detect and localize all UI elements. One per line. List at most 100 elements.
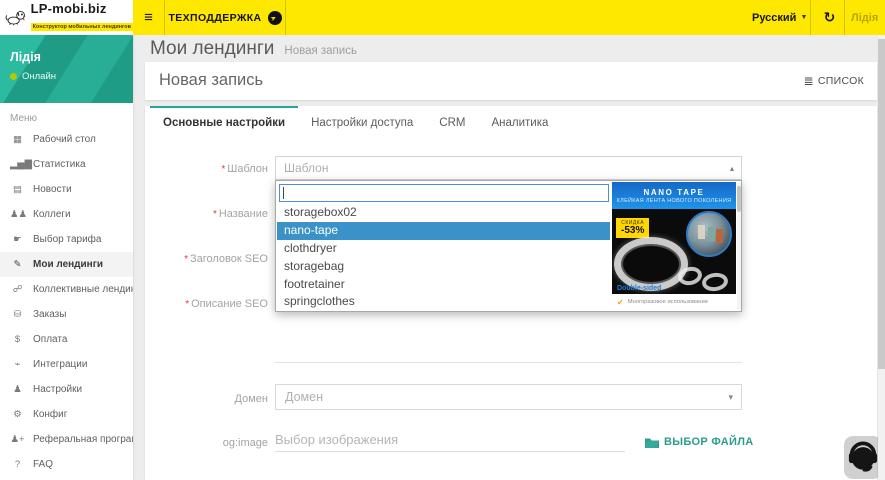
breadcrumb: Новая запись <box>284 45 357 57</box>
preview-header: NANO TAPE КЛЕЙКАЯ ЛЕНТА НОВОГО ПОКОЛЕНИЯ <box>612 182 736 209</box>
sidebar-item-dashboard[interactable]: ▦ Рабочий стол <box>0 127 133 152</box>
user-icon: ♟ <box>10 384 25 395</box>
gears-icon: ⚙ <box>10 409 25 420</box>
user-plus-icon: ♟+ <box>10 434 25 445</box>
page-scrollbar[interactable] <box>878 35 885 480</box>
sidebar-item-tariff[interactable]: ☛ Выбор тарифа <box>0 227 133 252</box>
preview-product-image: СКИДКА -53% Double-sided <box>612 209 736 294</box>
chevron-up-icon: ▴ <box>730 164 734 173</box>
sidebar-item-faq[interactable]: ? FAQ <box>0 452 133 477</box>
tab-crm[interactable]: CRM <box>426 106 478 137</box>
sidebar-item-config[interactable]: ⚙ Конфиг <box>0 402 133 427</box>
sidebar-menu: ▦ Рабочий стол ▂▅▇ Статистика ▤ Новости … <box>0 127 133 477</box>
dropdown-option-highlighted[interactable]: nano-tape <box>277 222 610 240</box>
sidebar-user-panel: Лідія Онлайн <box>0 35 133 103</box>
chevron-down-icon: ▾ <box>728 392 733 403</box>
preview-inset-photo <box>686 211 732 257</box>
preview-feature-text: Многоразовое использование <box>628 299 708 305</box>
dropdown-option[interactable]: footretainer <box>277 276 610 294</box>
list-button[interactable]: ≣ СПИСОК <box>804 75 864 87</box>
preview-subtitle: КЛЕЙКАЯ ЛЕНТА НОВОГО ПОКОЛЕНИЯ <box>617 198 732 204</box>
domain-select-placeholder: Домен <box>285 390 323 404</box>
preview-caption: Double-sided <box>617 285 661 292</box>
plug-icon: ⌁ <box>10 359 25 370</box>
dollar-icon: $ <box>10 334 25 345</box>
folder-icon <box>645 437 659 448</box>
sidebar-item-my-landings[interactable]: ✎ Мои лендинги <box>0 252 133 277</box>
page-title: Мои лендинги <box>150 38 274 60</box>
sidebar: Лідія Онлайн Меню ▦ Рабочий стол ▂▅▇ Ста… <box>0 35 133 480</box>
online-status-label: Онлайн <box>22 71 56 82</box>
sidebar-item-payment[interactable]: $ Оплата <box>0 327 133 352</box>
sidebar-item-integrations[interactable]: ⌁ Интеграции <box>0 352 133 377</box>
sidebar-item-news[interactable]: ▤ Новости <box>0 177 133 202</box>
page-header: Мои лендинги Новая запись <box>150 38 357 60</box>
top-bar: LP-mobi.biz Конструктор мобильных лендин… <box>0 0 885 35</box>
list-icon: ≣ <box>804 76 814 86</box>
sidebar-item-orders[interactable]: ⛁ Заказы <box>0 302 133 327</box>
dropdown-option[interactable]: springclothes <box>277 293 610 310</box>
logo-tagline: Конструктор мобильных лендингов <box>31 23 133 31</box>
sidebar-toggle-button[interactable]: ≡ <box>133 0 164 35</box>
template-select-placeholder: Шаблон <box>284 161 328 175</box>
topbar-user-menu[interactable]: Лідія <box>851 0 878 35</box>
page-scrollbar-thumb[interactable] <box>878 39 885 369</box>
template-dropdown: storagebox02 nano-tape clothdryer storag… <box>275 180 742 312</box>
dropdown-option[interactable]: storagebag <box>277 258 610 276</box>
logo[interactable]: LP-mobi.biz Конструктор мобильных лендин… <box>0 0 133 35</box>
template-field-label: *Шаблон <box>145 163 268 175</box>
form-panel: Основные настройки Настройки доступа CRM… <box>145 106 877 480</box>
tape-ring-graphic <box>701 271 729 292</box>
seo-description-input-underline[interactable] <box>275 362 742 363</box>
support-chat-button[interactable] <box>844 436 882 479</box>
domain-select[interactable]: Домен ▾ <box>275 384 742 410</box>
template-preview-thumbnail: NANO TAPE КЛЕЙКАЯ ЛЕНТА НОВОГО ПОКОЛЕНИЯ… <box>612 182 736 310</box>
menu-section-label: Меню <box>10 113 37 124</box>
telegram-icon: ➤ <box>268 11 282 25</box>
sidebar-item-settings[interactable]: ♟ Настройки <box>0 377 133 402</box>
tab-access-settings[interactable]: Настройки доступа <box>298 106 426 137</box>
tape-roll-graphic <box>614 237 688 291</box>
app-window: LP-mobi.biz Конструктор мобильных лендин… <box>0 0 885 480</box>
discount-badge: СКИДКА -53% <box>616 218 649 238</box>
dropdown-search-input[interactable] <box>279 184 609 202</box>
pointer-icon: ☛ <box>10 234 25 245</box>
name-field-label: *Название <box>145 208 268 220</box>
tab-bar: Основные настройки Настройки доступа CRM… <box>145 106 561 137</box>
tab-analytics[interactable]: Аналитика <box>478 106 561 137</box>
check-icon: ✔ <box>617 298 624 307</box>
briefcase-icon: ▦ <box>10 134 25 145</box>
og-image-field-label: og:image <box>145 437 268 449</box>
topbar-divider <box>285 0 286 35</box>
record-heading: Новая запись <box>159 71 263 90</box>
dropdown-scrollbar-thumb[interactable] <box>737 186 741 212</box>
og-image-input[interactable] <box>275 428 625 452</box>
sidebar-item-collective-landings[interactable]: ☍ Коллективные лендинги <box>0 277 133 302</box>
preview-feature-row: ✔ Многоразовое использование <box>612 294 736 310</box>
preview-title: NANO TAPE <box>644 188 705 197</box>
dropdown-option[interactable]: clothdryer <box>277 240 610 258</box>
logo-title: LP-mobi.biz <box>31 2 133 15</box>
tech-support-button[interactable]: ТЕХПОДДЕРЖКА ➤ <box>165 0 285 35</box>
refresh-icon: ↻ <box>824 9 836 26</box>
users-icon: ♟♟ <box>10 209 25 220</box>
news-icon: ▤ <box>10 184 25 195</box>
share-icon: ☍ <box>10 284 25 295</box>
dog-logo-icon <box>5 7 27 28</box>
refresh-button[interactable]: ↻ <box>816 0 843 35</box>
support-label: ТЕХПОДДЕРЖКА <box>168 12 261 24</box>
dropdown-option-list: storagebox02 nano-tape clothdryer storag… <box>277 204 610 310</box>
topbar-divider <box>844 0 845 35</box>
sidebar-item-referral[interactable]: ♟+ Реферальная программа <box>0 427 133 452</box>
language-selector[interactable]: Русский ▼ <box>752 0 807 35</box>
template-select[interactable]: Шаблон ▴ <box>275 156 742 180</box>
seo-description-field-label: *Описание SEO <box>145 298 268 310</box>
headset-icon <box>847 440 879 475</box>
sidebar-item-statistics[interactable]: ▂▅▇ Статистика <box>0 152 133 177</box>
sidebar-item-colleagues[interactable]: ♟♟ Коллеги <box>0 202 133 227</box>
choose-file-button[interactable]: ВЫБОР ФАЙЛА <box>645 436 754 448</box>
dropdown-scrollbar[interactable] <box>737 183 741 309</box>
dropdown-option[interactable]: storagebox02 <box>277 204 610 222</box>
domain-field-label: Домен <box>145 393 268 405</box>
tab-main-settings[interactable]: Основные настройки <box>150 106 298 137</box>
